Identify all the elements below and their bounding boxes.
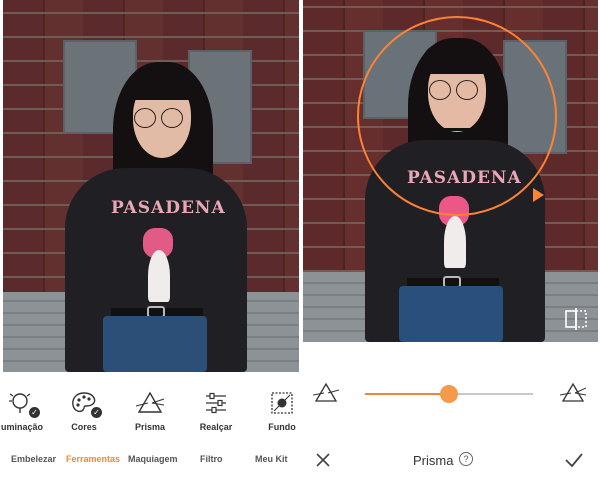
tool-label: uminação [0, 422, 43, 432]
prism-max-icon [560, 382, 586, 402]
edited-photo-preview[interactable]: PASADENA [303, 0, 598, 342]
close-icon[interactable] [315, 452, 331, 468]
tool-prisma[interactable]: Prisma [120, 390, 180, 432]
adjust-panel: Prisma ? [303, 342, 600, 480]
checkmark-icon[interactable] [564, 451, 584, 469]
lightbulb-icon: ✓ [7, 390, 40, 418]
prism-area-circle[interactable] [357, 16, 557, 216]
shirt-print: PASADENA [111, 198, 226, 218]
compare-icon[interactable] [564, 308, 588, 330]
tool-label: Cores [71, 422, 97, 432]
action-bar: Prisma ? [303, 448, 600, 478]
nav-maquiagem[interactable]: Maquiagem [128, 454, 178, 464]
prism-icon [135, 390, 165, 416]
check-badge-icon: ✓ [91, 407, 102, 418]
mode-title: Prisma [413, 453, 454, 468]
original-photo: PASADENA [3, 0, 299, 372]
slider-fill [365, 393, 449, 395]
nav-filtro[interactable]: Filtro [200, 454, 223, 464]
bottom-nav: Embelezar Ferramentas Maquiagem Filtro M… [0, 454, 300, 474]
sliders-icon [201, 390, 231, 416]
nav-embelezar[interactable]: Embelezar [11, 454, 56, 464]
tool-realcar[interactable]: Realçar [186, 390, 246, 432]
person: PASADENA [3, 0, 299, 372]
nav-meu-kit[interactable]: Meu Kit [255, 454, 288, 464]
tool-cores[interactable]: ✓ Cores [54, 390, 114, 432]
tool-label: Realçar [199, 422, 233, 432]
help-icon[interactable]: ? [459, 452, 473, 466]
palette-icon: ✓ [69, 390, 102, 418]
background-icon [267, 390, 297, 416]
tool-iluminacao[interactable]: ✓ uminação [0, 390, 52, 432]
slider-thumb[interactable] [440, 385, 458, 403]
prism-min-icon [313, 382, 339, 402]
intensity-slider[interactable] [365, 385, 533, 403]
check-badge-icon: ✓ [29, 407, 40, 418]
nav-ferramentas[interactable]: Ferramentas [66, 454, 120, 464]
tool-label: Prisma [134, 422, 166, 432]
resize-handle[interactable] [533, 188, 544, 202]
